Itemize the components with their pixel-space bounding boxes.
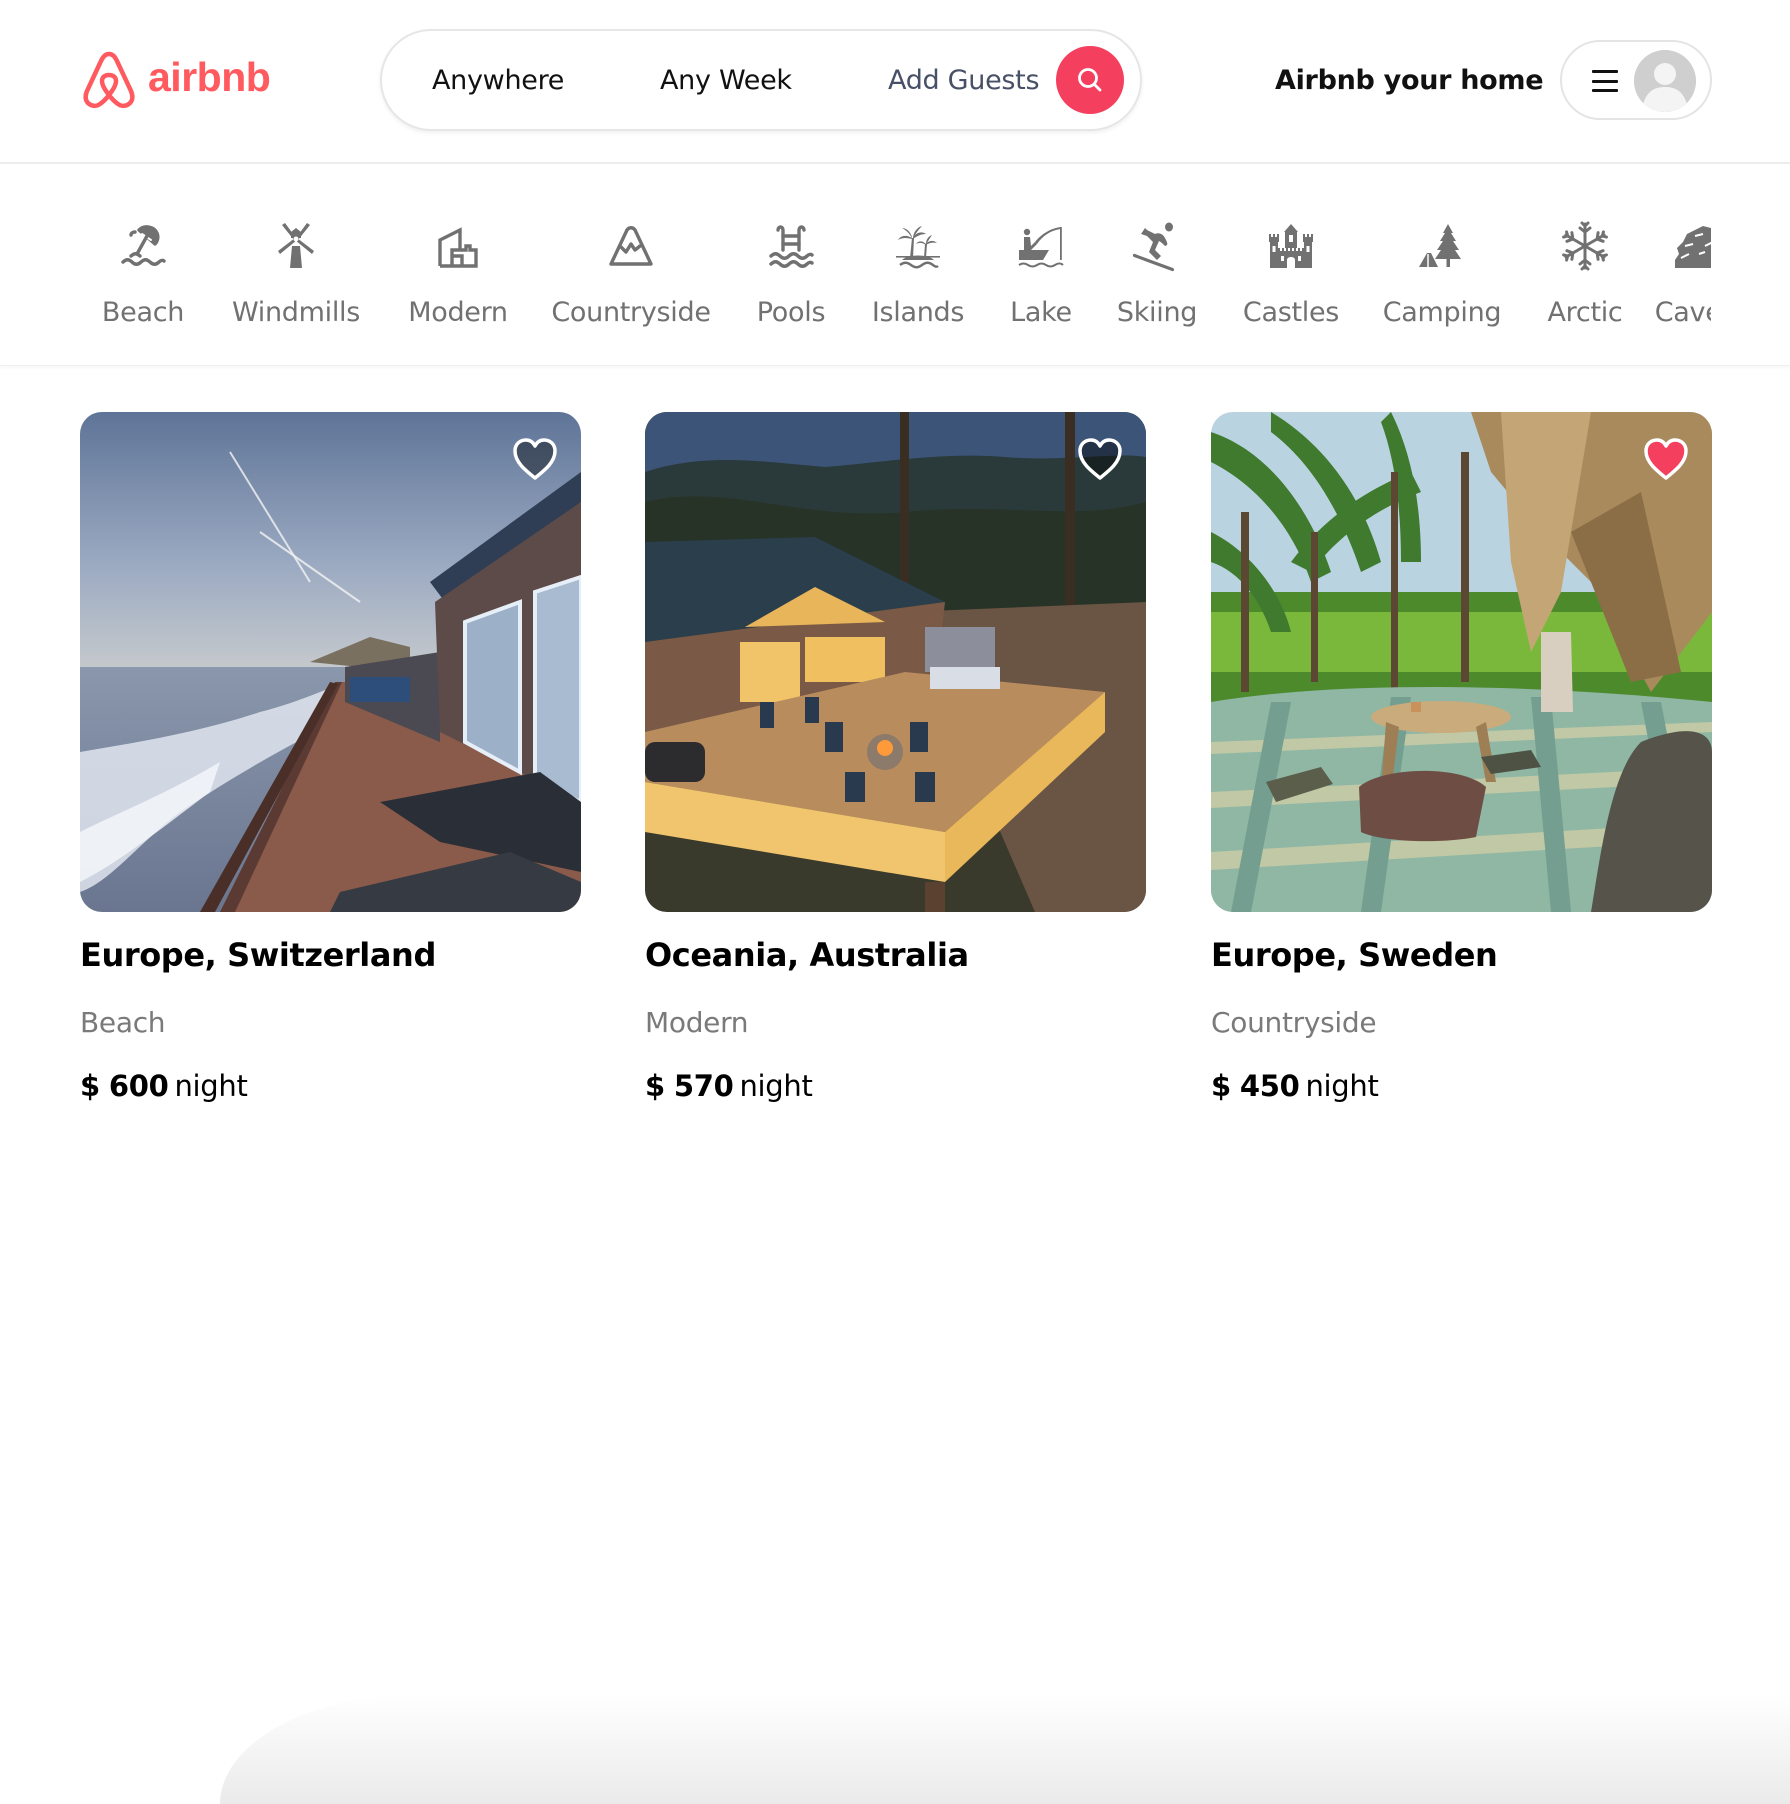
category-label: Caves bbox=[1654, 297, 1711, 328]
listing-photo-cabin bbox=[645, 412, 1146, 912]
category-label: Countryside bbox=[551, 297, 711, 328]
category-label: Beach bbox=[101, 297, 185, 328]
category-label: Lake bbox=[1010, 297, 1072, 328]
airbnb-belo-icon bbox=[83, 51, 135, 109]
search-when-button[interactable]: Any Week bbox=[660, 31, 792, 129]
cave-icon bbox=[1669, 220, 1711, 272]
category-label: Islands bbox=[871, 297, 965, 328]
tent-tree-icon bbox=[1416, 220, 1468, 272]
listing-price: $ 600 night bbox=[80, 1069, 248, 1103]
price-unit: night bbox=[1305, 1069, 1379, 1103]
search-guests-button[interactable]: Add Guests bbox=[888, 31, 1040, 129]
top-navbar: airbnb Anywhere Any Week Add Guests Airb… bbox=[0, 0, 1790, 164]
pool-ladder-icon bbox=[765, 220, 817, 272]
price-amount: 450 bbox=[1239, 1069, 1300, 1103]
hamburger-menu-icon bbox=[1592, 70, 1618, 92]
beach-umbrella-icon bbox=[117, 220, 169, 272]
listing-card[interactable]: Europe, Switzerland Beach $ 600 night bbox=[80, 412, 581, 1103]
category-bar: Beach Windmills Modern Countryside Pools… bbox=[0, 166, 1790, 366]
category-scroller[interactable]: Beach Windmills Modern Countryside Pools… bbox=[80, 166, 1711, 366]
category-label: Skiing bbox=[1116, 297, 1198, 328]
favorite-heart-icon-active[interactable] bbox=[1642, 436, 1690, 482]
search-submit-button[interactable] bbox=[1056, 46, 1124, 114]
listing-price: $ 450 night bbox=[1211, 1069, 1379, 1103]
category-label: Modern bbox=[408, 297, 508, 328]
avatar bbox=[1634, 50, 1696, 112]
become-host-link[interactable]: Airbnb your home bbox=[1275, 0, 1544, 160]
castle-icon bbox=[1265, 220, 1317, 272]
airbnb-logo[interactable]: airbnb bbox=[80, 48, 271, 112]
favorite-heart-icon[interactable] bbox=[1076, 436, 1124, 482]
listing-photo-tropical bbox=[1211, 412, 1712, 912]
search-bar[interactable]: Anywhere Any Week Add Guests bbox=[380, 29, 1142, 131]
listing-category: Modern bbox=[645, 1006, 749, 1039]
listing-image[interactable] bbox=[645, 412, 1146, 912]
modern-building-icon bbox=[432, 220, 484, 272]
listing-location: Europe, Sweden bbox=[1211, 936, 1498, 974]
price-unit: night bbox=[739, 1069, 813, 1103]
snowflake-icon bbox=[1559, 220, 1611, 272]
listing-category: Countryside bbox=[1211, 1006, 1377, 1039]
category-label: Arctic bbox=[1547, 297, 1623, 328]
listing-location: Oceania, Australia bbox=[645, 936, 969, 974]
price-currency: $ bbox=[80, 1069, 100, 1103]
price-unit: night bbox=[174, 1069, 248, 1103]
listing-image[interactable] bbox=[80, 412, 581, 912]
price-currency: $ bbox=[1211, 1069, 1231, 1103]
category-label: Windmills bbox=[231, 297, 361, 328]
user-menu-button[interactable] bbox=[1560, 40, 1712, 120]
category-label: Pools bbox=[756, 297, 826, 328]
window-shadow bbox=[220, 1694, 1790, 1804]
listing-card[interactable]: Oceania, Australia Modern $ 570 night bbox=[645, 412, 1146, 1103]
listing-category: Beach bbox=[80, 1006, 166, 1039]
fishing-boat-icon bbox=[1015, 220, 1067, 272]
listing-card[interactable]: Europe, Sweden Countryside $ 450 night bbox=[1211, 412, 1712, 1103]
mountain-icon bbox=[605, 220, 657, 272]
listing-price: $ 570 night bbox=[645, 1069, 813, 1103]
island-palm-icon bbox=[892, 220, 944, 272]
user-avatar-icon bbox=[1634, 50, 1696, 112]
listing-location: Europe, Switzerland bbox=[80, 936, 436, 974]
search-icon bbox=[1078, 68, 1102, 92]
skier-icon bbox=[1131, 220, 1183, 272]
category-label: Camping bbox=[1382, 297, 1502, 328]
listing-image[interactable] bbox=[1211, 412, 1712, 912]
price-currency: $ bbox=[645, 1069, 665, 1103]
price-amount: 600 bbox=[108, 1069, 169, 1103]
category-label: Castles bbox=[1242, 297, 1340, 328]
windmill-icon bbox=[270, 220, 322, 272]
listing-photo-beach bbox=[80, 412, 581, 912]
favorite-heart-icon[interactable] bbox=[511, 436, 559, 482]
brand-name: airbnb bbox=[148, 53, 271, 100]
search-where-button[interactable]: Anywhere bbox=[432, 31, 564, 129]
price-amount: 570 bbox=[673, 1069, 734, 1103]
